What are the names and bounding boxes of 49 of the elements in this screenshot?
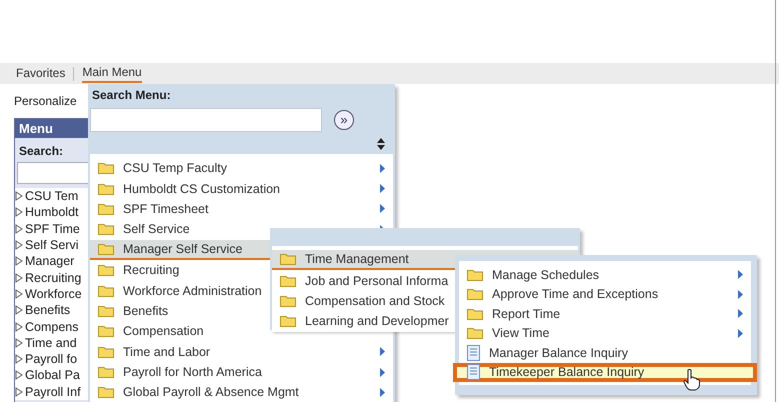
document-icon — [467, 344, 480, 361]
folder-icon — [467, 288, 483, 300]
menu-item[interactable]: SPF Timesheet — [90, 198, 393, 220]
menu-item[interactable]: Timekeeper Balance Inquiry — [453, 362, 757, 382]
folder-icon — [280, 315, 296, 328]
folder-icon — [98, 325, 114, 338]
menu-item[interactable]: CSU Temp Faculty — [90, 158, 393, 178]
sort-icon[interactable] — [377, 138, 385, 150]
document-icon — [467, 364, 480, 380]
expand-triangle-icon[interactable] — [15, 207, 23, 218]
expand-triangle-icon[interactable] — [15, 386, 23, 397]
folder-icon — [467, 268, 483, 281]
expand-triangle-icon[interactable] — [15, 338, 23, 348]
expand-triangle-icon[interactable] — [15, 322, 23, 332]
folder-icon — [98, 242, 114, 255]
menu-item[interactable]: View Time — [459, 324, 751, 343]
expand-triangle-icon[interactable] — [15, 370, 23, 380]
search-label: Search: — [18, 143, 64, 160]
folder-icon — [98, 264, 114, 276]
folder-icon — [98, 202, 114, 215]
menu-item[interactable]: Approve Time and Exceptions — [459, 284, 751, 304]
expand-triangle-icon[interactable] — [15, 305, 23, 316]
expand-triangle-icon[interactable] — [15, 272, 23, 283]
menu-item[interactable]: Time and Labor — [90, 342, 393, 362]
expand-triangle-icon[interactable] — [15, 191, 23, 202]
folder-icon — [98, 346, 114, 358]
search-menu-field[interactable] — [90, 108, 322, 132]
expand-triangle-icon[interactable] — [15, 224, 23, 234]
go-button[interactable]: » — [334, 110, 354, 130]
folder-icon — [98, 386, 114, 398]
personalize-link[interactable]: Personalize — [14, 94, 84, 118]
expand-triangle-icon[interactable] — [15, 288, 23, 299]
folder-icon — [467, 327, 483, 340]
folder-icon — [280, 294, 296, 307]
expand-triangle-icon[interactable] — [15, 240, 23, 250]
menu-item[interactable]: Payroll for North America — [90, 362, 393, 382]
menu-item[interactable]: Humboldt CS Customization — [90, 178, 393, 199]
menu-item[interactable]: Manager Balance Inquiry — [459, 343, 751, 362]
folder-icon — [280, 274, 296, 287]
nav-menu-link[interactable]: Favorites — [16, 66, 66, 82]
expand-triangle-icon[interactable] — [15, 256, 23, 266]
menu-item[interactable]: Global Payroll & Absence Mgmt — [90, 382, 393, 402]
folder-icon — [280, 253, 296, 266]
folder-icon — [98, 162, 114, 174]
menu-item[interactable]: Report Time — [459, 304, 751, 324]
menu-item[interactable]: Self Service — [90, 219, 393, 240]
expand-triangle-icon[interactable] — [15, 354, 23, 364]
folder-icon — [467, 308, 483, 320]
search-menu-label: Search Menu: — [91, 88, 172, 102]
